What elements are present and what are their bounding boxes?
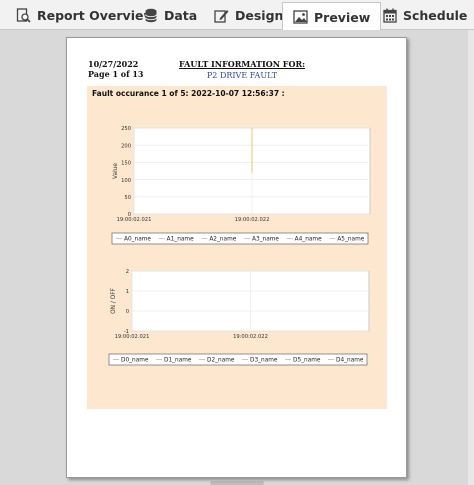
legend-entry-a1-name: A1_name	[167, 237, 194, 243]
digital-on-off-chart: -101219:00:02.021 19:00:02.022ON / OFFD0_…	[108, 269, 370, 366]
y-tick-label: 200	[121, 143, 131, 149]
tab-report-overview[interactable]: Report Overview	[16, 2, 155, 29]
horizontal-scrollbar-thumb[interactable]	[210, 481, 264, 485]
legend-entry-d5-name: D5_name	[293, 358, 321, 364]
y-tick-label: 100	[121, 178, 131, 184]
y-tick-label: 50	[124, 195, 131, 201]
report-page-number: Page 1 of 13	[88, 69, 144, 79]
y-tick-label: 1	[126, 289, 129, 295]
fault-occurrence-panel: Fault occurance 1 of 5: 2022-10-07 12:56…	[87, 86, 387, 409]
legend-entry-d4-name: D4_name	[336, 358, 364, 364]
vertical-scrollbar[interactable]	[468, 30, 474, 485]
database-icon	[144, 8, 158, 23]
y-axis-label: ON / OFF	[111, 288, 117, 314]
legend-entry-a5-name: A5_name	[337, 237, 364, 243]
calendar-icon	[383, 8, 397, 23]
legend-entry-d3-name: D3_name	[250, 358, 278, 364]
tab-label: Data	[164, 8, 198, 23]
legend-entry-a4-name: A4_name	[295, 237, 322, 243]
y-axis-label: Value	[113, 163, 119, 179]
y-tick-label: 0	[126, 309, 129, 315]
x-tick-label: 19:00:02.021	[115, 334, 150, 340]
report-subtitle: P2 DRIVE FAULT	[206, 71, 278, 80]
tab-label: Preview	[314, 9, 371, 25]
x-tick-label: 19:00:02.022	[235, 217, 270, 223]
y-tick-label: 150	[121, 161, 131, 167]
tab-label: Schedule	[403, 8, 468, 23]
tab-label: Design	[235, 8, 284, 23]
fault-occurrence-label: Fault occurance 1 of 5: 2022-10-07 12:56…	[92, 89, 285, 98]
report-title: FAULT INFORMATION FOR:	[178, 59, 306, 69]
legend-entry-d2-name: D2_name	[207, 358, 235, 364]
tab-schedule[interactable]: Schedule	[383, 2, 467, 29]
preview-icon	[293, 10, 308, 24]
tab-label: Report Overview	[37, 8, 156, 23]
legend-entry-d0-name: D0_name	[121, 358, 149, 364]
x-tick-label: 19:00:02.021	[117, 217, 152, 223]
y-tick-label: 2	[126, 269, 129, 275]
design-icon	[214, 8, 229, 23]
tab-design[interactable]: Design	[214, 2, 283, 29]
report-page: 10/27/2022 Page 1 of 13 FAULT INFORMATIO…	[66, 37, 407, 478]
tab-data[interactable]: Data	[144, 2, 197, 29]
y-tick-label: 250	[121, 126, 131, 132]
legend-entry-a2-name: A2_name	[209, 237, 236, 243]
legend-entry-d1-name: D1_name	[164, 358, 192, 364]
legend-entry-a0-name: A0_name	[124, 237, 151, 243]
tab-preview[interactable]: Preview	[282, 2, 382, 31]
report-date: 10/27/2022	[88, 59, 139, 69]
tab-bar: Report Overview Data Design Preview Sche…	[0, 0, 474, 31]
analog-values-chart: 05010015020025019:00:02.021 19:00:02.022V…	[111, 126, 371, 245]
x-tick-label: 19:00:02.022	[233, 334, 268, 340]
report-overview-icon	[16, 8, 31, 23]
legend-entry-a3-name: A3_name	[252, 237, 279, 243]
